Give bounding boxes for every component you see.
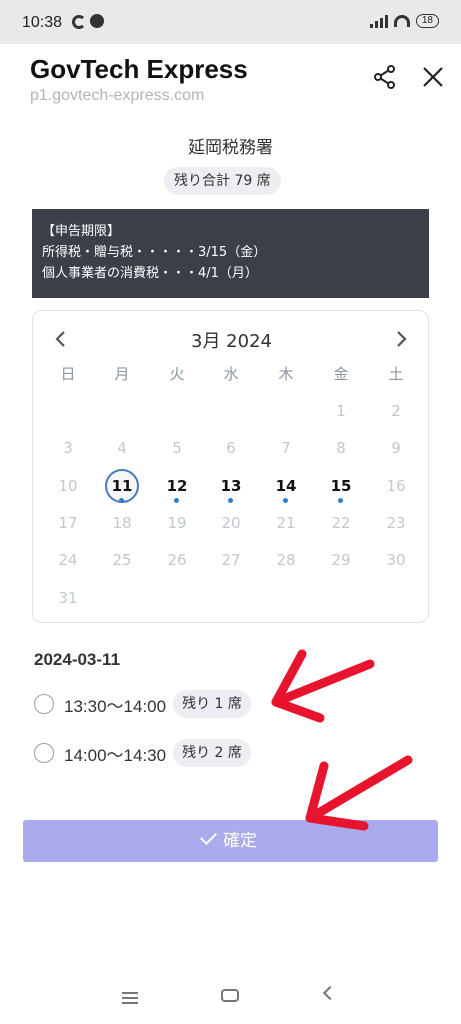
calendar-day: 27 — [221, 551, 241, 569]
close-icon[interactable] — [420, 64, 446, 90]
line-app-icon — [90, 14, 104, 28]
time-slot-radio[interactable] — [34, 694, 54, 714]
calendar-day: 23 — [386, 514, 406, 532]
system-nav-bar — [0, 968, 461, 1024]
menu-icon[interactable] — [122, 992, 138, 1007]
calendar-day: 7 — [281, 439, 291, 457]
weekday-header: 火 — [169, 365, 185, 383]
calendar-day[interactable]: 14 — [269, 469, 303, 503]
time-slot-radio[interactable] — [34, 743, 54, 763]
weekday-header: 月 — [114, 365, 130, 383]
calendar-day: 18 — [112, 514, 132, 532]
c-app-icon — [72, 15, 86, 29]
calendar-day: 2 — [391, 402, 401, 420]
calendar-day: 3 — [63, 439, 73, 457]
time-slot-option[interactable]: 13:30〜14:00 残り 1 席 — [34, 690, 251, 718]
weekday-header: 水 — [223, 365, 239, 383]
availability-dot-icon — [174, 498, 179, 503]
calendar-day: 19 — [167, 514, 187, 532]
calendar-day[interactable]: 15 — [324, 469, 358, 503]
time-slot-time: 14:00〜14:30 — [64, 745, 167, 765]
wifi-icon — [393, 15, 410, 27]
red-arrow-annotation-icon — [305, 755, 413, 831]
next-month-chevron-icon[interactable] — [389, 327, 413, 351]
status-indicators: 18 — [369, 14, 439, 28]
calendar-day: 25 — [112, 551, 132, 569]
weekday-header: 木 — [278, 365, 294, 383]
time-slot-remaining-badge: 残り 2 席 — [173, 739, 251, 767]
calendar-day: 29 — [331, 551, 351, 569]
remaining-total-badge: 残り合計 79 席 — [164, 167, 281, 195]
calendar-day: 22 — [331, 514, 351, 532]
browser-header: GovTech Express p1.govtech-express.com — [0, 44, 461, 116]
calendar-day: 21 — [276, 514, 296, 532]
calendar-day: 24 — [58, 551, 78, 569]
calendar-day: 16 — [386, 477, 406, 495]
calendar-day: 1 — [336, 402, 346, 420]
signal-icon — [369, 14, 388, 28]
calendar-day[interactable]: 12 — [160, 469, 194, 503]
weekday-header: 土 — [388, 365, 404, 383]
confirm-label: 確定 — [223, 831, 257, 851]
calendar-day: 31 — [58, 589, 78, 607]
calendar-day: 28 — [276, 551, 296, 569]
share-icon[interactable] — [372, 64, 398, 90]
calendar-day: 10 — [58, 477, 78, 495]
calendar-day: 8 — [336, 439, 346, 457]
calendar-day: 26 — [167, 551, 187, 569]
availability-dot-icon — [228, 498, 233, 503]
time-slot-option[interactable]: 14:00〜14:30 残り 2 席 — [34, 739, 251, 767]
red-arrow-annotation-icon — [271, 649, 375, 723]
battery-icon: 18 — [415, 14, 439, 28]
status-time: 10:38 — [22, 14, 63, 31]
check-icon — [200, 828, 217, 845]
calendar-day: 6 — [226, 439, 236, 457]
office-name: 延岡税務署 — [188, 138, 273, 158]
selected-date: 2024-03-11 — [34, 650, 121, 669]
weekday-header: 日 — [60, 365, 76, 383]
calendar-day[interactable]: 13 — [214, 469, 248, 503]
deadline-line-income-tax: 所得税・贈与税・・・・・3/15（金） — [42, 245, 267, 260]
site-url: p1.govtech-express.com — [30, 87, 205, 104]
calendar-day: 30 — [386, 551, 406, 569]
site-title: GovTech Express — [30, 54, 248, 84]
deadline-notice: 【申告期限】 所得税・贈与税・・・・・3/15（金） 個人事業者の消費税・・・4… — [32, 209, 429, 298]
deadline-line-consumption-tax: 個人事業者の消費税・・・4/1（月） — [42, 266, 258, 281]
calendar-day: 5 — [172, 439, 182, 457]
weekday-header: 金 — [333, 365, 349, 383]
deadline-heading: 【申告期限】 — [42, 224, 121, 239]
availability-dot-icon — [283, 498, 288, 503]
availability-dot-icon — [119, 498, 124, 503]
calendar-month-title: 3月 2024 — [191, 331, 272, 352]
availability-dot-icon — [338, 498, 343, 503]
calendar-day: 17 — [58, 514, 78, 532]
calendar: 3月 2024 日月火水木金土 1 2 3 4 5 6 7 8 9 10 11 12 13 14 15 16 17… — [32, 310, 429, 623]
calendar-day[interactable]: 11 — [105, 469, 139, 503]
home-icon[interactable] — [221, 989, 239, 1002]
calendar-day: 9 — [391, 439, 401, 457]
back-icon[interactable] — [322, 985, 338, 1001]
time-slot-time: 13:30〜14:00 — [64, 696, 167, 716]
time-slot-remaining-badge: 残り 1 席 — [173, 690, 251, 718]
calendar-day: 20 — [221, 514, 241, 532]
calendar-day: 4 — [117, 439, 127, 457]
status-bar: 10:38 18 — [0, 0, 461, 44]
